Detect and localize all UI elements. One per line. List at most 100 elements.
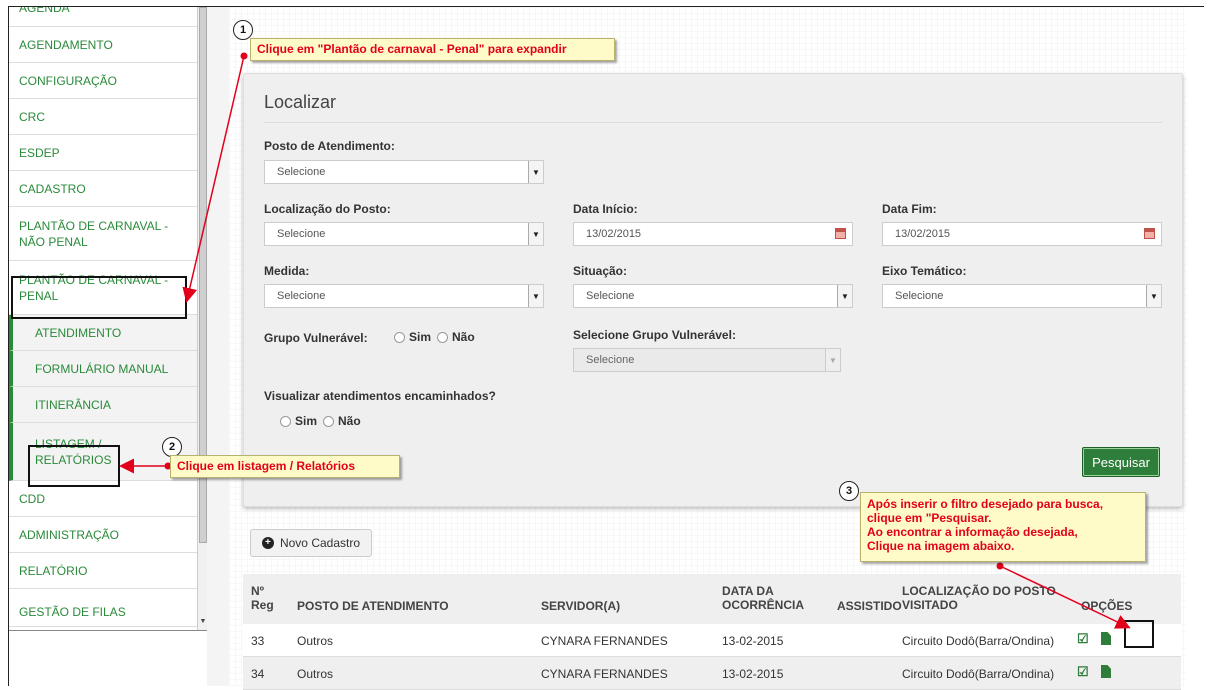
chevron-down-icon[interactable]: ▼: [825, 349, 840, 371]
step-number-1: 1: [233, 20, 253, 40]
edit-icon[interactable]: ☑: [1077, 632, 1089, 645]
sidebar-item-label: AGENDA: [19, 7, 70, 15]
sidebar-item-label: CADASTRO: [19, 181, 86, 196]
panel-title: Localizar: [264, 92, 337, 112]
medida-select-value: Selecione: [277, 290, 326, 302]
sidebar-subitem-formulario-manual[interactable]: FORMULÁRIO MANUAL: [9, 351, 197, 387]
novo-cadastro-label: Novo Cadastro: [279, 536, 361, 550]
calendar-icon[interactable]: [1144, 228, 1155, 239]
posto-select-value: Selecione: [277, 166, 326, 178]
search-panel: Localizar Posto de Atendimento: Selecion…: [243, 73, 1183, 507]
document-icon[interactable]: [1101, 665, 1111, 678]
data-inicio-input[interactable]: 13/02/2015: [573, 222, 853, 246]
cell-localizacao: Circuito Dodô(Barra/Ondina): [902, 667, 1055, 681]
sidebar-item-label: CRC: [19, 109, 45, 124]
col-posto: POSTO DE ATENDIMENTO: [297, 599, 449, 613]
sidebar-item-relatorio[interactable]: RELATÓRIO: [9, 553, 197, 589]
sidebar-item-agenda[interactable]: AGENDA: [9, 7, 197, 27]
callout-step-3-line: Ao encontrar a informação desejada,: [867, 525, 1078, 539]
table-header: Nº Reg POSTO DE ATENDIMENTO SERVIDOR(A) …: [243, 574, 1181, 624]
sidebar-item-label: PLANTÃO DE CARNAVAL - NÃO PENAL: [19, 218, 169, 249]
sidebar-item-label: GESTÃO DE FILAS: [19, 604, 126, 619]
panel-divider: [264, 122, 1162, 123]
chevron-down-icon[interactable]: ▼: [528, 223, 543, 245]
sidebar-item-label: ATENDIMENTO: [35, 325, 122, 340]
novo-cadastro-button[interactable]: + Novo Cadastro: [250, 529, 372, 557]
data-inicio-label: Data Início:: [573, 202, 638, 216]
pesquisar-button[interactable]: Pesquisar: [1082, 447, 1160, 477]
sidebar-item-label: RELATÓRIO: [19, 563, 88, 578]
radio-sim[interactable]: [394, 331, 405, 343]
sidebar-item-label: CONFIGURAÇÃO: [19, 73, 118, 88]
selecione-grupo-select[interactable]: Selecione ▼: [573, 348, 841, 372]
localizacao-select[interactable]: Selecione ▼: [264, 222, 544, 246]
posto-select[interactable]: Selecione ▼: [264, 160, 544, 184]
cell-data: 13-02-2015: [722, 667, 784, 681]
chevron-down-icon[interactable]: ▼: [199, 618, 207, 630]
callout-step-3-line: clique em "Pesquisar.: [867, 511, 992, 525]
document-icon[interactable]: [1101, 632, 1111, 645]
posto-label: Posto de Atendimento:: [264, 139, 395, 153]
data-inicio-value: 13/02/2015: [586, 228, 642, 240]
cell-data: 13-02-2015: [722, 634, 784, 648]
sidebar-item-cadastro[interactable]: CADASTRO: [9, 171, 197, 207]
table-row: 33 Outros CYNARA FERNANDES 13-02-2015 Ci…: [243, 624, 1181, 657]
cell-servidor: CYNARA FERNANDES: [541, 634, 668, 648]
sidebar-item-label: FORMULÁRIO MANUAL: [35, 361, 169, 376]
radio-nao-label: Não: [452, 330, 475, 344]
medida-label: Medida:: [264, 264, 310, 278]
chevron-down-icon[interactable]: ▼: [1146, 285, 1161, 307]
callout-step-1: Clique em "Plantão de carnaval - Penal" …: [250, 38, 615, 61]
cell-localizacao: Circuito Dodô(Barra/Ondina): [902, 634, 1055, 648]
edit-icon[interactable]: ☑: [1077, 665, 1089, 678]
visualizar-encaminhados-radios: Sim Não: [280, 414, 361, 428]
content-gutter: [207, 7, 229, 686]
selecione-grupo-value: Selecione: [586, 354, 635, 366]
selecione-grupo-label: Selecione Grupo Vulnerável:: [573, 328, 736, 342]
callout-step-3-line: Clique na imagem abaixo.: [867, 539, 1015, 553]
sidebar-item-crc[interactable]: CRC: [9, 99, 197, 135]
eixo-select[interactable]: Selecione ▼: [882, 284, 1162, 308]
sidebar-item-label: ESDEP: [19, 145, 60, 160]
results-table: Nº Reg POSTO DE ATENDIMENTO SERVIDOR(A) …: [243, 574, 1181, 690]
medida-select[interactable]: Selecione ▼: [264, 284, 544, 308]
sidebar-item-label: CDD: [19, 491, 45, 506]
sidebar-item-label: AGENDAMENTO: [19, 37, 113, 52]
sidebar-item-label: ITINERÂNCIA: [35, 397, 112, 412]
sidebar-item-administracao[interactable]: ADMINISTRAÇÃO: [9, 517, 197, 553]
situacao-select-value: Selecione: [586, 290, 635, 302]
radio-sim[interactable]: [280, 415, 291, 427]
sidebar-subitem-itinerancia[interactable]: ITINERÂNCIA: [9, 387, 197, 423]
localizacao-label: Localização do Posto:: [264, 202, 391, 216]
radio-sim-label: Sim: [295, 414, 318, 428]
callout-step-2: Clique em listagem / Relatórios: [170, 455, 400, 478]
sidebar-subitem-atendimento[interactable]: ATENDIMENTO: [9, 315, 197, 351]
col-servidor: SERVIDOR(A): [541, 599, 621, 613]
step-number-2: 2: [162, 437, 182, 457]
sidebar-item-label: ADMINISTRAÇÃO: [19, 527, 120, 542]
highlight-box-document-icon: [1124, 620, 1154, 648]
sidebar-item-gestao-de-filas[interactable]: GESTÃO DE FILAS: [9, 589, 197, 627]
chevron-down-icon[interactable]: ▼: [528, 285, 543, 307]
table-row: 34 Outros CYNARA FERNANDES 13-02-2015 Ci…: [243, 657, 1181, 690]
eixo-select-value: Selecione: [895, 290, 944, 302]
step-number-3: 3: [839, 481, 859, 501]
sidebar-item-agendamento[interactable]: AGENDAMENTO: [9, 27, 197, 63]
sidebar-item-configuracao[interactable]: CONFIGURAÇÃO: [9, 63, 197, 99]
data-fim-label: Data Fim:: [882, 202, 937, 216]
radio-nao[interactable]: [437, 331, 449, 343]
col-assistido: ASSISTIDO: [837, 599, 902, 613]
cell-nreg: 34: [251, 667, 265, 681]
radio-sim-label: Sim: [409, 330, 432, 344]
chevron-down-icon[interactable]: ▼: [528, 161, 543, 183]
situacao-label: Situação:: [573, 264, 628, 278]
calendar-icon[interactable]: [835, 228, 846, 239]
data-fim-input[interactable]: 13/02/2015: [882, 222, 1162, 246]
sidebar-item-plantao-nao-penal[interactable]: PLANTÃO DE CARNAVAL - NÃO PENAL: [9, 207, 197, 261]
col-opcoes: OPÇÕES: [1081, 599, 1133, 613]
cell-servidor: CYNARA FERNANDES: [541, 667, 668, 681]
situacao-select[interactable]: Selecione ▼: [573, 284, 853, 308]
sidebar-item-esdep[interactable]: ESDEP: [9, 135, 197, 171]
chevron-down-icon[interactable]: ▼: [837, 285, 852, 307]
radio-nao[interactable]: [323, 415, 335, 427]
